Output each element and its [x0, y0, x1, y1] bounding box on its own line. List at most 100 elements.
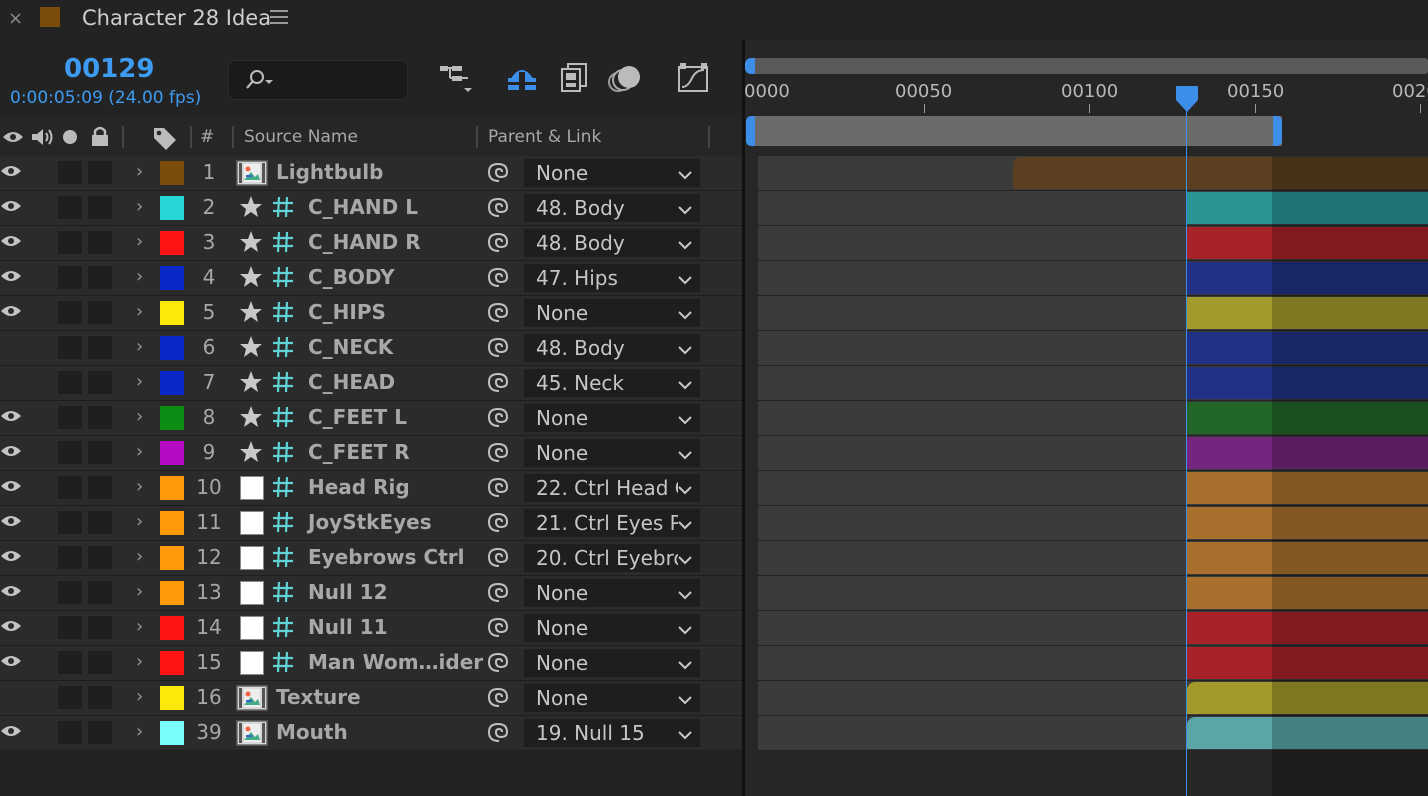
label-tag-header-icon[interactable]	[152, 126, 178, 150]
eye-icon[interactable]	[0, 723, 22, 743]
layer-row[interactable]: › 4 C_BODY 47. Hips	[0, 261, 742, 296]
layer-source-name[interactable]: Mouth	[276, 720, 348, 744]
expand-chevron-icon[interactable]: ›	[136, 721, 143, 742]
parent-dropdown[interactable]: 22. Ctrl Head C	[524, 474, 700, 502]
current-time-indicator-line[interactable]	[1186, 90, 1187, 796]
expand-chevron-icon[interactable]: ›	[136, 336, 143, 357]
current-time-display[interactable]: 00129	[64, 54, 154, 84]
expand-chevron-icon[interactable]: ›	[136, 511, 143, 532]
parent-dropdown[interactable]: None	[524, 404, 700, 432]
eye-icon[interactable]	[0, 478, 22, 498]
graph-editor-icon[interactable]	[676, 62, 712, 96]
eye-icon[interactable]	[0, 408, 22, 428]
expand-chevron-icon[interactable]: ›	[136, 581, 143, 602]
label-color-swatch[interactable]	[160, 231, 184, 255]
layer-source-name[interactable]: C_FEET R	[308, 440, 410, 464]
pick-whip-icon[interactable]	[486, 581, 512, 609]
parent-dropdown[interactable]: None	[524, 579, 700, 607]
pick-whip-icon[interactable]	[486, 441, 512, 469]
lock-switch[interactable]	[88, 196, 112, 219]
label-color-swatch[interactable]	[160, 616, 184, 640]
layer-row[interactable]: › 2 C_HAND L 48. Body	[0, 191, 742, 226]
eye-icon[interactable]	[0, 233, 22, 253]
layer-row[interactable]: › 16 Texture None	[0, 681, 742, 716]
audio-switch[interactable]	[58, 266, 82, 289]
layer-row[interactable]: › 15 Man Wom…ider None	[0, 646, 742, 681]
layer-source-name[interactable]: C_BODY	[308, 265, 395, 289]
expand-chevron-icon[interactable]: ›	[136, 371, 143, 392]
eye-toggle-off[interactable]	[0, 688, 22, 704]
parent-dropdown[interactable]: None	[524, 649, 700, 677]
layer-source-name[interactable]: Head Rig	[308, 475, 410, 499]
expand-chevron-icon[interactable]: ›	[136, 196, 143, 217]
audio-switch[interactable]	[58, 336, 82, 359]
eye-icon[interactable]	[0, 513, 22, 533]
parent-dropdown[interactable]: 19. Null 15	[524, 719, 700, 747]
expand-chevron-icon[interactable]: ›	[136, 686, 143, 707]
pick-whip-icon[interactable]	[486, 406, 512, 434]
label-color-swatch[interactable]	[160, 546, 184, 570]
label-color-swatch[interactable]	[160, 476, 184, 500]
layer-row[interactable]: › 14 Null 11 None	[0, 611, 742, 646]
layer-source-name[interactable]: C_NECK	[308, 335, 393, 359]
layer-source-name[interactable]: JoyStkEyes	[308, 510, 432, 534]
audio-switch[interactable]	[58, 511, 82, 534]
audio-switch[interactable]	[58, 231, 82, 254]
layer-row[interactable]: › 11 JoyStkEyes 21. Ctrl Eyes P	[0, 506, 742, 541]
close-tab-icon[interactable]: ×	[8, 8, 23, 29]
lock-switch[interactable]	[88, 686, 112, 709]
draft-3d-icon[interactable]	[504, 62, 540, 94]
expand-chevron-icon[interactable]: ›	[136, 441, 143, 462]
audio-switch[interactable]	[58, 371, 82, 394]
layer-row[interactable]: › 3 C_HAND R 48. Body	[0, 226, 742, 261]
pick-whip-icon[interactable]	[486, 371, 512, 399]
pick-whip-icon[interactable]	[486, 651, 512, 679]
expand-chevron-icon[interactable]: ›	[136, 476, 143, 497]
parent-dropdown[interactable]: None	[524, 159, 700, 187]
audio-switch[interactable]	[58, 476, 82, 499]
expand-chevron-icon[interactable]: ›	[136, 546, 143, 567]
expand-chevron-icon[interactable]: ›	[136, 616, 143, 637]
audio-switch[interactable]	[58, 406, 82, 429]
parent-dropdown[interactable]: 48. Body	[524, 334, 700, 362]
pick-whip-icon[interactable]	[486, 336, 512, 364]
layer-row[interactable]: › 6 C_NECK 48. Body	[0, 331, 742, 366]
layer-row[interactable]: › 8 C_FEET L None	[0, 401, 742, 436]
layer-source-name[interactable]: C_HAND L	[308, 195, 418, 219]
layer-row[interactable]: › 39 Mouth 19. Null 15	[0, 716, 742, 751]
parent-dropdown[interactable]: 21. Ctrl Eyes P	[524, 509, 700, 537]
lock-switch[interactable]	[88, 231, 112, 254]
pick-whip-icon[interactable]	[486, 721, 512, 749]
audio-switch[interactable]	[58, 441, 82, 464]
label-color-swatch[interactable]	[160, 581, 184, 605]
pick-whip-icon[interactable]	[486, 301, 512, 329]
parent-dropdown[interactable]: None	[524, 299, 700, 327]
eye-icon[interactable]	[0, 583, 22, 603]
parent-dropdown[interactable]: 20. Ctrl Eyebro	[524, 544, 700, 572]
eye-icon[interactable]	[0, 653, 22, 673]
pick-whip-icon[interactable]	[486, 196, 512, 224]
label-color-swatch[interactable]	[160, 266, 184, 290]
work-area-end-handle[interactable]	[1273, 116, 1282, 146]
eye-icon[interactable]	[0, 618, 22, 638]
label-color-swatch[interactable]	[160, 721, 184, 745]
eye-icon[interactable]	[0, 268, 22, 288]
lock-switch[interactable]	[88, 301, 112, 324]
parent-dropdown[interactable]: 47. Hips	[524, 264, 700, 292]
label-color-swatch[interactable]	[160, 301, 184, 325]
layer-row[interactable]: › 12 Eyebrows Ctrl 20. Ctrl Eyebro	[0, 541, 742, 576]
label-color-swatch[interactable]	[160, 511, 184, 535]
label-color-swatch[interactable]	[160, 371, 184, 395]
layer-source-name[interactable]: Man Wom…ider	[308, 650, 483, 674]
motion-blur-icon[interactable]	[608, 62, 644, 96]
expand-chevron-icon[interactable]: ›	[136, 266, 143, 287]
label-color-swatch[interactable]	[160, 441, 184, 465]
layer-row[interactable]: › 10 Head Rig 22. Ctrl Head C	[0, 471, 742, 506]
audio-switch[interactable]	[58, 301, 82, 324]
lock-switch[interactable]	[88, 476, 112, 499]
layer-row[interactable]: › 1 Lightbulb None	[0, 156, 742, 191]
label-color-swatch[interactable]	[160, 161, 184, 185]
lock-switch[interactable]	[88, 721, 112, 744]
lock-switch[interactable]	[88, 581, 112, 604]
lock-switch[interactable]	[88, 266, 112, 289]
